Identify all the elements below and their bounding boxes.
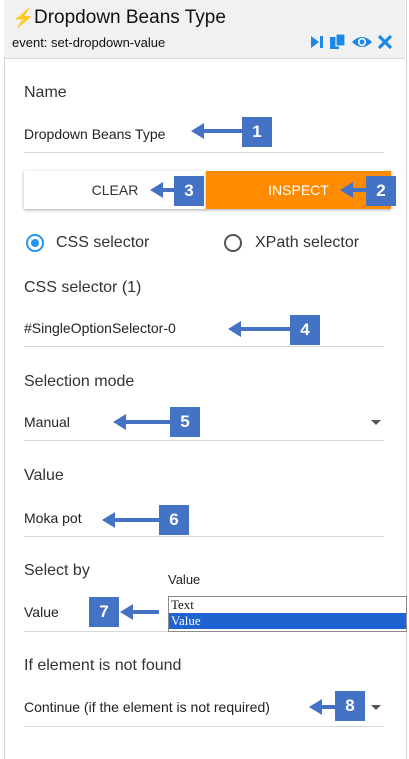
callout-badge-1: 1: [242, 117, 272, 147]
step-forward-icon[interactable]: [309, 34, 325, 55]
callout-badge-2: 2: [366, 176, 396, 206]
css-selector-input[interactable]: #SingleOptionSelector-0: [24, 320, 176, 336]
callout-arrow-2: [340, 182, 367, 198]
option-text[interactable]: Text: [169, 597, 406, 613]
callout-badge-3: 3: [174, 176, 204, 206]
select-by-listbox-title: Value: [168, 572, 201, 587]
option-value[interactable]: Value: [169, 613, 406, 629]
css-selector-underline: [24, 346, 384, 347]
name-input[interactable]: Dropdown Beans Type: [24, 126, 165, 142]
value-input[interactable]: Moka pot: [24, 510, 82, 526]
xpath-selector-radio-label[interactable]: XPath selector: [255, 234, 359, 252]
callout-badge-6: 6: [159, 505, 189, 535]
css-selector-radio-label[interactable]: CSS selector: [56, 234, 149, 252]
event-subtitle: event: set-dropdown-value: [12, 35, 166, 50]
selection-mode-select[interactable]: Manual: [24, 414, 70, 430]
selection-mode-label: Selection mode: [24, 373, 135, 390]
copy-icon[interactable]: [329, 33, 347, 56]
callout-arrow-8: [309, 699, 336, 715]
header-actions: [309, 33, 393, 56]
not-found-select[interactable]: Continue (if the element is not required…: [24, 699, 270, 715]
callout-badge-4: 4: [290, 315, 320, 345]
callout-arrow-6: [102, 512, 160, 528]
callout-arrow-7: [120, 604, 159, 620]
close-icon[interactable]: [377, 34, 393, 55]
css-selector-label: CSS selector (1): [24, 279, 142, 296]
eye-icon[interactable]: [351, 34, 373, 55]
value-underline: [24, 536, 384, 537]
not-found-label: If element is not found: [24, 657, 182, 674]
callout-badge-5: 5: [170, 407, 200, 437]
select-by-dropdown-list[interactable]: Text Value: [168, 596, 407, 632]
lightning-icon: ⚡: [12, 8, 35, 28]
callout-arrow-1: [191, 123, 243, 139]
select-by-select[interactable]: Value: [24, 604, 59, 620]
not-found-chevron-down-icon[interactable]: [371, 705, 381, 710]
selection-mode-underline: [24, 440, 384, 441]
callout-arrow-4: [228, 321, 291, 337]
panel-header: ⚡ Dropdown Beans Type event: set-dropdow…: [4, 0, 405, 59]
selection-mode-chevron-down-icon[interactable]: [371, 420, 381, 425]
name-underline: [24, 152, 384, 153]
xpath-selector-radio[interactable]: [224, 234, 242, 252]
panel-title: Dropdown Beans Type: [34, 7, 226, 28]
callout-badge-8: 8: [335, 691, 365, 721]
select-by-label: Select by: [24, 562, 90, 579]
not-found-underline: [24, 726, 384, 727]
css-selector-radio[interactable]: [26, 234, 44, 252]
callout-badge-7: 7: [89, 597, 119, 627]
callout-arrow-5: [113, 414, 171, 430]
name-label: Name: [24, 84, 67, 101]
value-label: Value: [24, 467, 64, 484]
